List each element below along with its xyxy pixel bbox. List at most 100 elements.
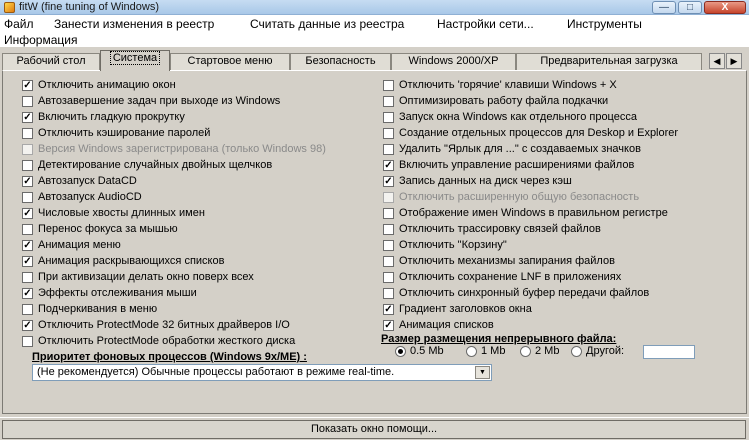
checkbox-label: Отключить механизмы запирания файлов bbox=[399, 255, 615, 267]
checkbox[interactable] bbox=[22, 272, 33, 283]
checkbox-label: Отключить ProtectMode обработки жесткого… bbox=[38, 335, 296, 347]
priority-select[interactable]: (Не рекомендуется) Обычные процессы рабо… bbox=[32, 364, 492, 381]
menu-tools[interactable]: Инструменты bbox=[567, 17, 642, 31]
checkbox-label: Включить управление расширениями файлов bbox=[399, 159, 635, 171]
checkbox-label: Отключить ProtectMode 32 битных драйверо… bbox=[38, 319, 290, 331]
checkbox-label: Отключить расширенную общую безопасность bbox=[399, 191, 640, 203]
checkbox[interactable]: ✓ bbox=[383, 304, 394, 315]
tab-system-label: Система bbox=[109, 51, 161, 65]
checkbox-label: Отключить трассировку связей файлов bbox=[399, 223, 601, 235]
tab-desktop[interactable]: Рабочий стол bbox=[2, 53, 100, 70]
checkbox bbox=[383, 192, 394, 203]
tab-system[interactable]: Система bbox=[100, 50, 170, 71]
checkbox[interactable] bbox=[22, 304, 33, 315]
tab-scroll-right-icon[interactable]: ▶ bbox=[726, 53, 742, 69]
checkbox-label: Отключить сохранение LNF в приложениях bbox=[399, 271, 622, 283]
tab-start-menu[interactable]: Стартовое меню bbox=[170, 53, 290, 70]
checkbox[interactable] bbox=[22, 336, 33, 347]
checkbox-label: Отключить анимацию окон bbox=[38, 79, 176, 91]
radio-1mb[interactable] bbox=[466, 346, 477, 357]
menu-read-registry[interactable]: Считать данные из реестра bbox=[250, 17, 404, 31]
menu-info[interactable]: Информация bbox=[4, 33, 77, 47]
system-tab-panel: ✓ Отключить анимацию окон Автозавершение з… bbox=[2, 70, 747, 414]
radio-other-label: Другой: bbox=[586, 345, 625, 357]
checkbox[interactable] bbox=[383, 208, 394, 219]
checkbox-label: Запись данных на диск через кэш bbox=[399, 175, 572, 187]
checkbox-label: Версия Windows зарегистрирована (только … bbox=[38, 143, 326, 155]
tab-security[interactable]: Безопасность bbox=[290, 53, 391, 70]
show-help-button[interactable]: Показать окно помощи... bbox=[2, 420, 746, 439]
radio-other[interactable] bbox=[571, 346, 582, 357]
checkbox[interactable]: ✓ bbox=[22, 240, 33, 251]
tab-preload[interactable]: Предварительная загрузка bbox=[516, 53, 702, 70]
checkbox[interactable] bbox=[22, 96, 33, 107]
checkbox-label: Подчеркивания в меню bbox=[38, 303, 158, 315]
checkbox-label: Градиент заголовков окна bbox=[399, 303, 532, 315]
title-bar: fitW (fine tuning of Windows) — □ X bbox=[0, 0, 749, 15]
close-button[interactable]: X bbox=[704, 1, 746, 14]
help-bar: Показать окно помощи... bbox=[0, 417, 749, 440]
checkbox[interactable]: ✓ bbox=[22, 80, 33, 91]
checkbox-label: Оптимизировать работу файла подкачки bbox=[399, 95, 609, 107]
checkbox[interactable] bbox=[383, 128, 394, 139]
other-size-input[interactable] bbox=[643, 345, 695, 359]
dropdown-arrow-icon[interactable]: ▼ bbox=[475, 366, 490, 379]
window-title: fitW (fine tuning of Windows) bbox=[19, 1, 159, 13]
checkbox[interactable] bbox=[383, 144, 394, 155]
checkbox-label: Удалить "Ярлык для ..." с создаваемых зн… bbox=[399, 143, 641, 155]
background-priority-title: Приоритет фоновых процессов (Windows 9x/… bbox=[32, 351, 307, 363]
radio-1mb-label: 1 Mb bbox=[481, 345, 506, 357]
menu-network-settings[interactable]: Настройки сети... bbox=[437, 17, 534, 31]
radio-0-5mb[interactable] bbox=[395, 346, 406, 357]
checkbox-label: Числовые хвосты длинных имен bbox=[38, 207, 205, 219]
tab-scroll-left-icon[interactable]: ◀ bbox=[709, 53, 725, 69]
checkbox-label: При активизации делать окно поверх всех bbox=[38, 271, 254, 283]
checkbox[interactable]: ✓ bbox=[383, 160, 394, 171]
checkbox[interactable] bbox=[383, 112, 394, 123]
checkbox-label: Анимация списков bbox=[399, 319, 494, 331]
checkbox[interactable]: ✓ bbox=[22, 320, 33, 331]
checkbox[interactable]: ✓ bbox=[383, 176, 394, 187]
checkbox-label: Отключить синхронный буфер передачи файл… bbox=[399, 287, 650, 299]
checkbox[interactable] bbox=[22, 224, 33, 235]
checkbox bbox=[22, 144, 33, 155]
checkbox[interactable] bbox=[383, 224, 394, 235]
checkbox-label: Перенос фокуса за мышью bbox=[38, 223, 178, 235]
checkbox[interactable] bbox=[383, 256, 394, 267]
app-icon bbox=[4, 2, 15, 13]
menu-apply-registry[interactable]: Занести изменения в реестр bbox=[54, 17, 214, 31]
minimize-button[interactable]: — bbox=[652, 1, 676, 14]
checkbox[interactable] bbox=[383, 288, 394, 299]
checkbox-label: Отключить 'горячие' клавиши Windows + X bbox=[399, 79, 617, 91]
checkbox-label: Включить гладкую прокрутку bbox=[38, 111, 185, 123]
checkbox[interactable] bbox=[383, 80, 394, 91]
checkbox[interactable]: ✓ bbox=[22, 256, 33, 267]
radio-2mb-label: 2 Mb bbox=[535, 345, 560, 357]
checkbox[interactable] bbox=[22, 192, 33, 203]
maximize-button[interactable]: □ bbox=[678, 1, 702, 14]
checkbox-label: Автозавершение задач при выходе из Windo… bbox=[38, 95, 281, 107]
checkbox[interactable] bbox=[22, 128, 33, 139]
checkbox[interactable]: ✓ bbox=[22, 176, 33, 187]
checkbox[interactable] bbox=[383, 96, 394, 107]
checkbox[interactable]: ✓ bbox=[22, 112, 33, 123]
swap-file-size-title: Размер размещения непрерывного файла: bbox=[381, 333, 617, 345]
menu-file[interactable]: Файл bbox=[4, 17, 34, 31]
checkbox[interactable]: ✓ bbox=[383, 320, 394, 331]
checkbox[interactable] bbox=[383, 272, 394, 283]
menu-bar: Файл Занести изменения в реестр Считать … bbox=[0, 15, 749, 47]
radio-2mb[interactable] bbox=[520, 346, 531, 357]
tab-strip: Рабочий стол Система Стартовое меню Безо… bbox=[0, 50, 749, 71]
tab-windows-2000-xp[interactable]: Windows 2000/XP bbox=[391, 53, 516, 70]
checkbox-label: Запуск окна Windows как отдельного проце… bbox=[399, 111, 637, 123]
checkbox-label: Автозапуск AudioCD bbox=[38, 191, 142, 203]
radio-0-5mb-label: 0.5 Mb bbox=[410, 345, 444, 357]
checkbox-label: Детектирование случайных двойных щелчков bbox=[38, 159, 273, 171]
checkbox[interactable] bbox=[22, 160, 33, 171]
checkbox-label: Отключить "Корзину" bbox=[399, 239, 507, 251]
checkbox[interactable]: ✓ bbox=[22, 208, 33, 219]
checkbox[interactable]: ✓ bbox=[22, 288, 33, 299]
checkbox-label: Эффекты отслеживания мыши bbox=[38, 287, 197, 299]
checkbox[interactable] bbox=[383, 240, 394, 251]
priority-selected-value: (Не рекомендуется) Обычные процессы рабо… bbox=[37, 366, 395, 378]
